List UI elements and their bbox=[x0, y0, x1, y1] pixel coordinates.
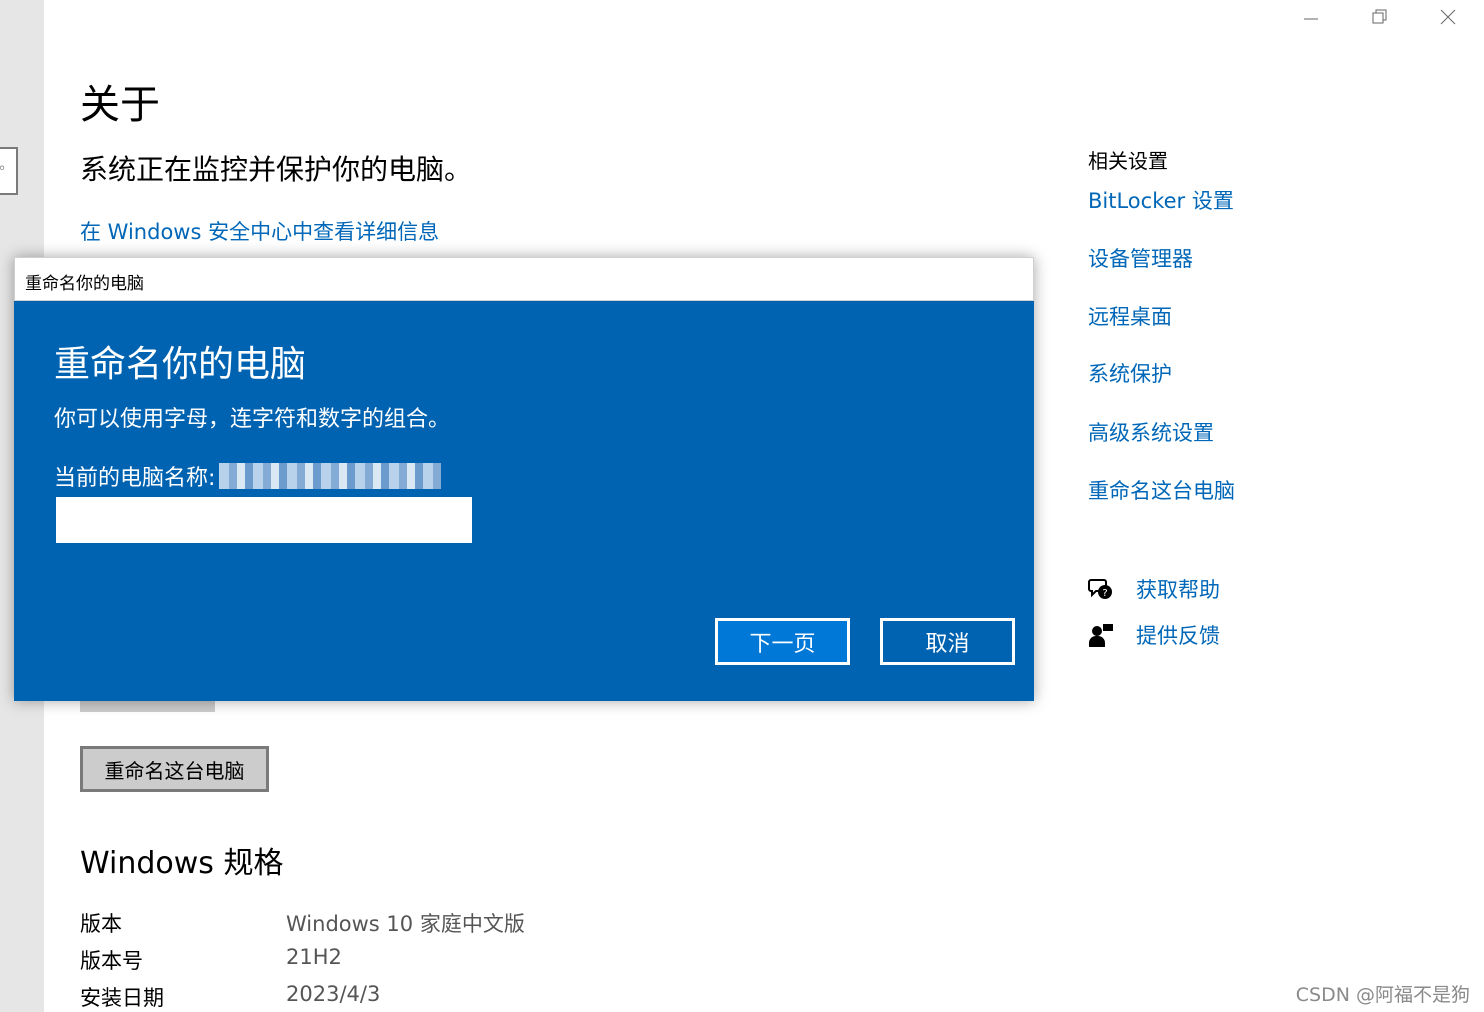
next-button[interactable]: 下一页 bbox=[715, 618, 850, 665]
get-help-link[interactable]: ? 获取帮助 bbox=[1088, 574, 1220, 604]
device-manager-link[interactable]: 设备管理器 bbox=[1088, 243, 1193, 273]
watermark: CSDN @阿福不是狗 bbox=[1295, 984, 1470, 1006]
current-name-label: 当前的电脑名称: bbox=[54, 466, 216, 491]
new-pc-name-input[interactable] bbox=[56, 497, 472, 543]
dialog-hint: 你可以使用字母，连字符和数字的组合。 bbox=[54, 407, 451, 432]
feedback-person-icon bbox=[1089, 624, 1113, 647]
cancel-button[interactable]: 取消 bbox=[880, 618, 1015, 665]
system-protection-link[interactable]: 系统保护 bbox=[1088, 358, 1172, 388]
rename-pc-button[interactable]: 重命名这台电脑 bbox=[80, 746, 269, 792]
feedback-label: 提供反馈 bbox=[1136, 624, 1220, 648]
restore-button[interactable] bbox=[1356, 4, 1402, 30]
minimize-icon bbox=[1304, 18, 1318, 20]
spec-value: 2023/4/3 bbox=[286, 982, 381, 1006]
search-icon: ◦ bbox=[0, 161, 7, 177]
rename-pc-dialog: 重命名你的电脑 重命名你的电脑 你可以使用字母，连字符和数字的组合。 当前的电脑… bbox=[14, 257, 1034, 701]
bitlocker-settings-link[interactable]: BitLocker 设置 bbox=[1088, 185, 1234, 215]
svg-text:?: ? bbox=[1102, 588, 1107, 599]
dialog-heading: 重命名你的电脑 bbox=[54, 344, 307, 385]
minimize-button[interactable] bbox=[1288, 4, 1334, 30]
close-icon bbox=[1440, 9, 1456, 25]
page-title: 关于 bbox=[80, 82, 160, 128]
spec-value: Windows 10 家庭中文版 bbox=[286, 912, 525, 936]
windows-specs-heading: Windows 规格 bbox=[80, 846, 284, 881]
spec-label: 版本 bbox=[80, 912, 122, 936]
remote-desktop-link[interactable]: 远程桌面 bbox=[1088, 301, 1172, 331]
restore-icon bbox=[1372, 9, 1387, 24]
spec-value: 21H2 bbox=[286, 945, 342, 969]
redacted-pc-name bbox=[219, 463, 442, 489]
help-chat-icon: ? bbox=[1088, 579, 1112, 599]
search-box-edge[interactable]: ◦ bbox=[0, 147, 18, 195]
related-settings-heading: 相关设置 bbox=[1088, 149, 1168, 173]
dialog-window-title: 重命名你的电脑 bbox=[25, 274, 144, 294]
close-button[interactable] bbox=[1425, 4, 1471, 30]
security-center-link[interactable]: 在 Windows 安全中心中查看详细信息 bbox=[80, 216, 439, 246]
spec-label: 安装日期 bbox=[80, 986, 164, 1010]
get-help-label: 获取帮助 bbox=[1136, 578, 1220, 602]
feedback-link[interactable]: 提供反馈 bbox=[1088, 620, 1220, 650]
protection-status-text: 系统正在监控并保护你的电脑。 bbox=[80, 153, 473, 186]
rename-this-pc-link[interactable]: 重命名这台电脑 bbox=[1088, 475, 1235, 505]
dialog-titlebar[interactable]: 重命名你的电脑 bbox=[14, 257, 1034, 301]
advanced-system-settings-link[interactable]: 高级系统设置 bbox=[1088, 417, 1214, 447]
spec-label: 版本号 bbox=[80, 949, 143, 973]
current-pc-name: 当前的电脑名称: bbox=[54, 460, 442, 492]
